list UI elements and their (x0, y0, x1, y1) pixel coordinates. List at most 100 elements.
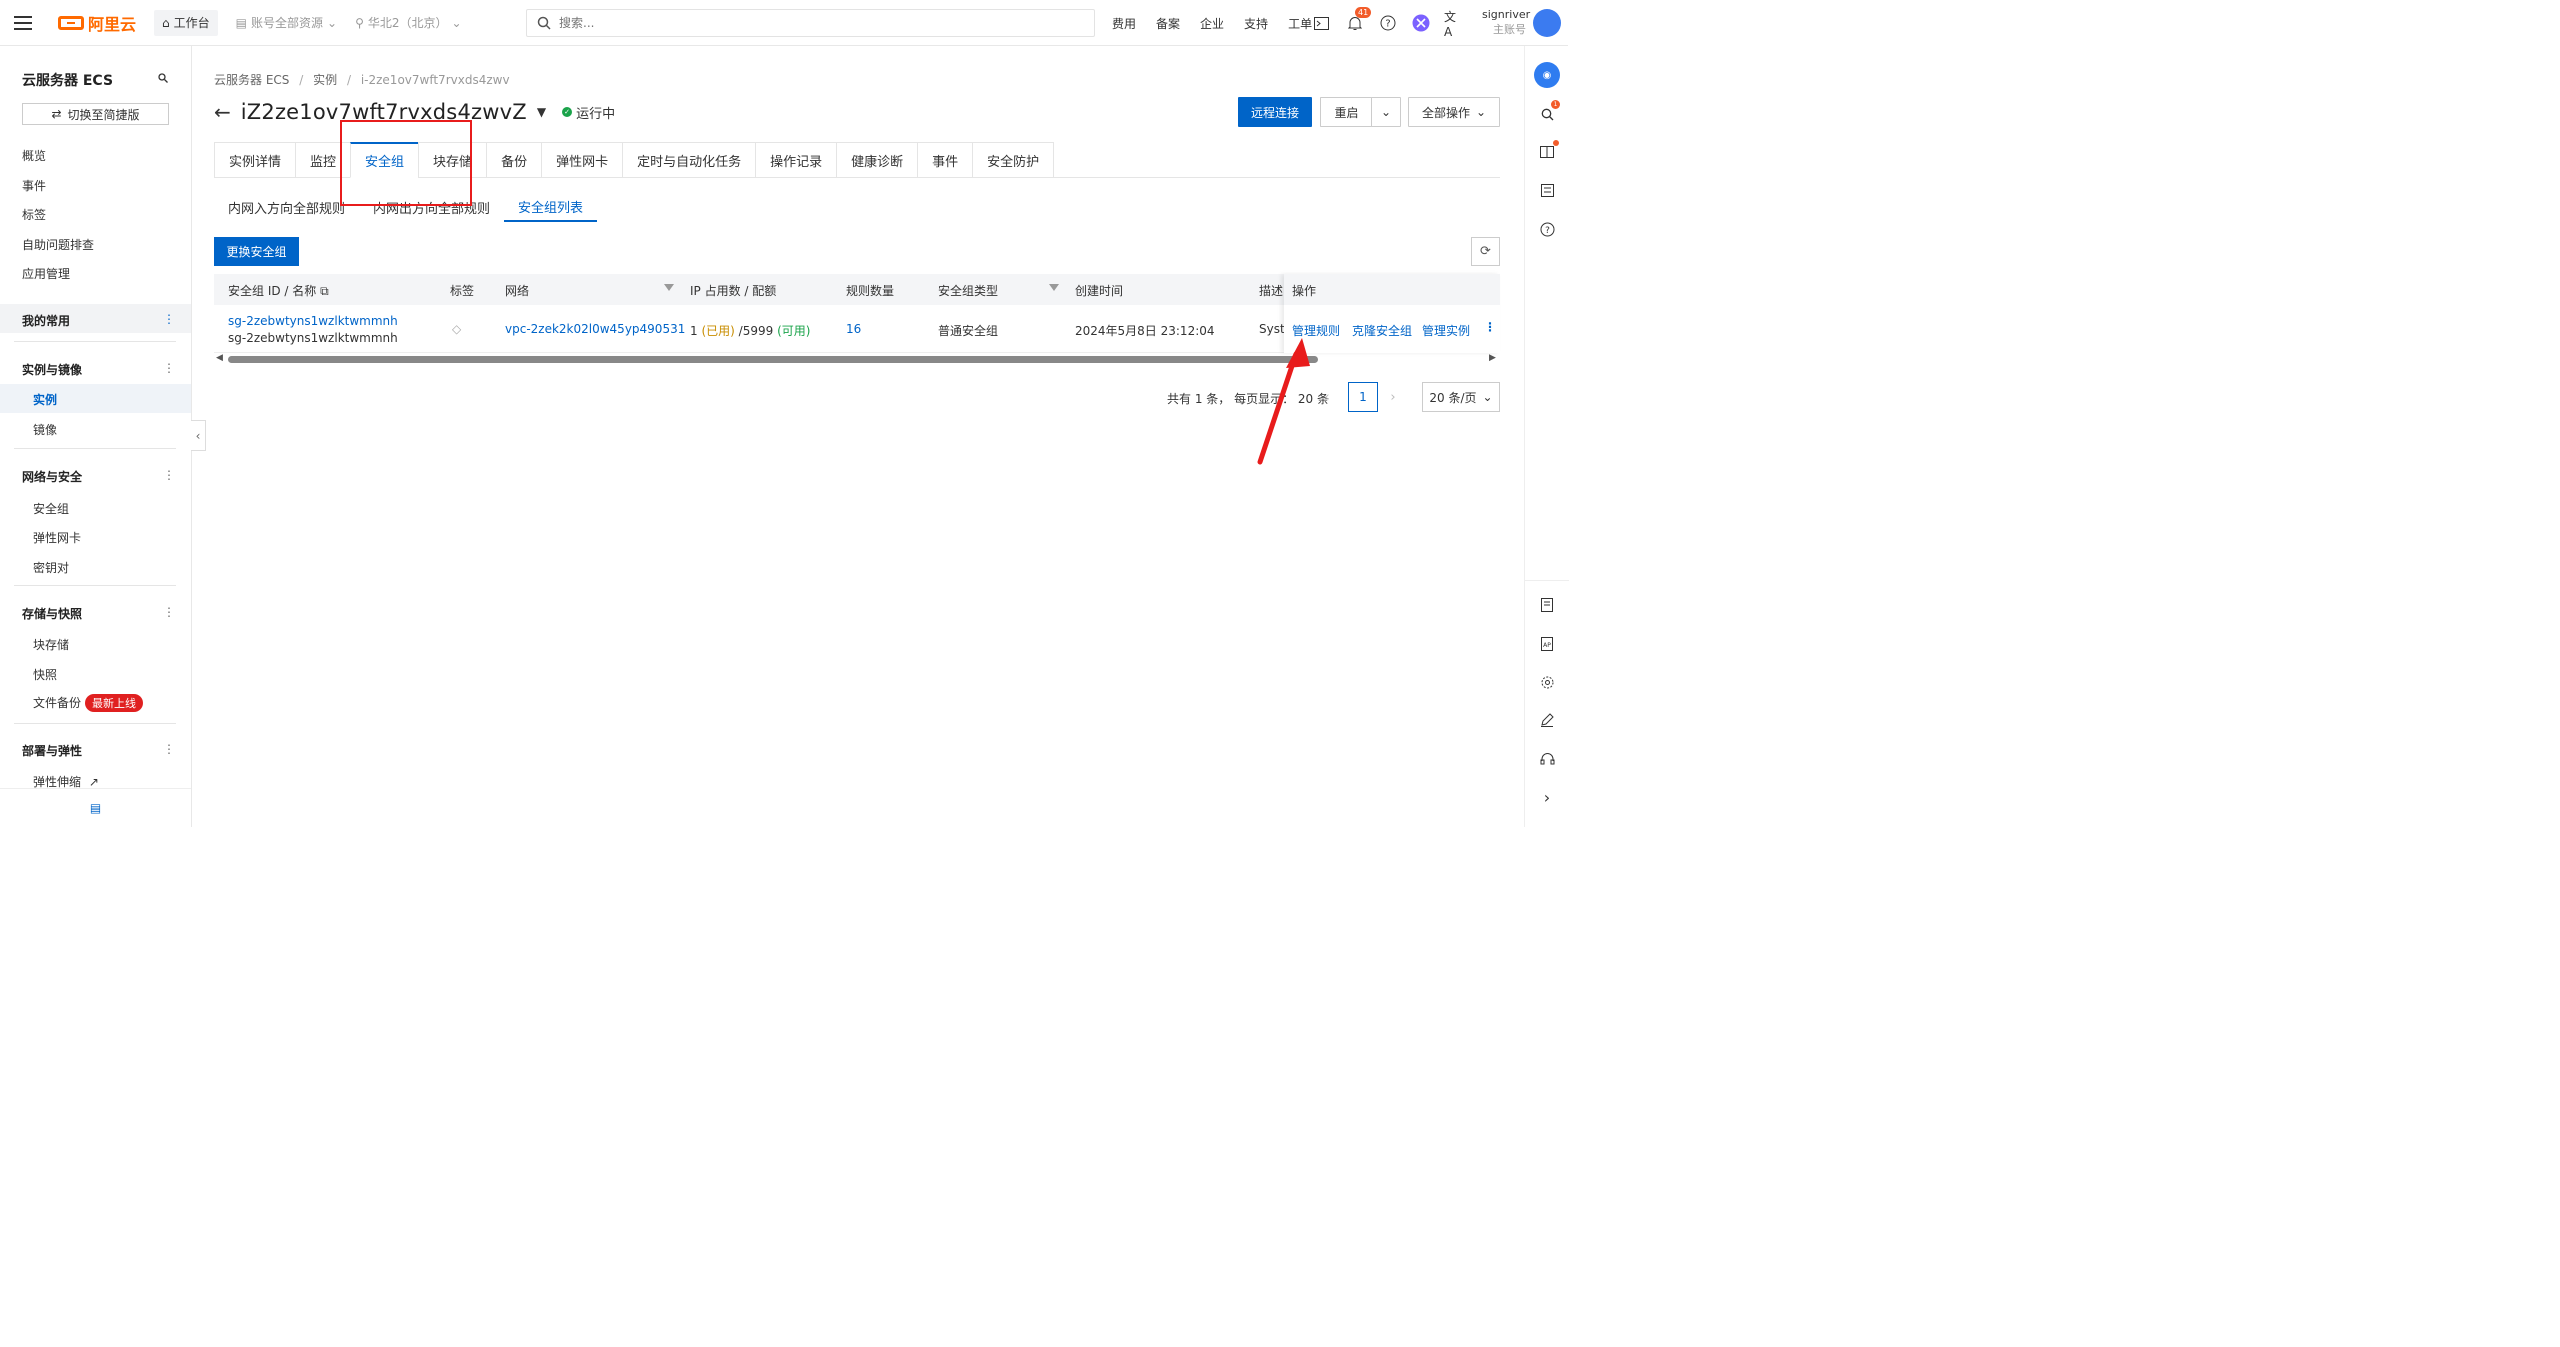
sidebar-group-deploy[interactable]: 部署与弹性 (22, 742, 82, 759)
sidebar-item-file-backup[interactable]: 文件备份 最新上线 (33, 694, 144, 712)
sidebar-item-instances[interactable]: 实例 (33, 391, 57, 408)
language-icon[interactable]: 文A (1444, 10, 1463, 39)
sidebar-item-images[interactable]: 镜像 (33, 421, 57, 438)
restart-label: 重启 (1334, 105, 1359, 120)
sidebar-item-block-storage[interactable]: 块存储 (33, 636, 69, 653)
search-input[interactable] (559, 16, 959, 30)
filter-icon[interactable] (664, 284, 674, 291)
tab-eni[interactable]: 弹性网卡 (541, 142, 623, 178)
book-icon[interactable] (1537, 140, 1559, 162)
sidebar-item-keypair[interactable]: 密钥对 (33, 559, 69, 576)
sidebar-group-storage[interactable]: 存储与快照 (22, 605, 82, 622)
search-icon[interactable]: 1 (1537, 100, 1560, 124)
nav-icp[interactable]: 备案 (1156, 15, 1180, 32)
sidebar-item-app-management[interactable]: 应用管理 (22, 265, 70, 282)
sidebar-group-instances[interactable]: 实例与镜像 (22, 361, 82, 378)
breadcrumb-instances[interactable]: 实例 (313, 73, 337, 87)
assistant-icon[interactable]: ◉ (1534, 62, 1560, 88)
vpc-link[interactable]: vpc-2zek2k02l0w45yp490531 (505, 322, 685, 336)
more-icon[interactable]: ⋮ (163, 605, 175, 619)
workbench-button[interactable]: ⌂ 工作台 (154, 9, 218, 36)
workbench-label: 工作台 (173, 16, 210, 30)
more-icon[interactable]: ⋮ (163, 312, 175, 326)
subtab-sg-list[interactable]: 安全组列表 (504, 192, 598, 222)
sidebar-item-troubleshoot[interactable]: 自助问题排查 (22, 236, 94, 253)
tab-scheduled-tasks[interactable]: 定时与自动化任务 (622, 142, 756, 178)
all-operations-button[interactable]: 全部操作 ⌄ (1408, 97, 1500, 127)
scroll-left-icon[interactable]: ◀ (216, 353, 223, 363)
sidebar-group-favorites[interactable]: 我的常用 (22, 312, 70, 329)
breadcrumb-ecs[interactable]: 云服务器 ECS (214, 73, 289, 87)
copilot-icon[interactable] (1411, 14, 1430, 33)
tab-backup[interactable]: 备份 (486, 142, 542, 178)
sidebar-item-overview[interactable]: 概览 (22, 147, 46, 164)
scroll-thumb[interactable] (228, 356, 1318, 363)
scroll-right-icon[interactable]: ▶ (1489, 353, 1496, 363)
feedback-icon[interactable]: ▤ (90, 801, 101, 815)
nav-billing[interactable]: 费用 (1112, 15, 1136, 32)
menu-icon[interactable] (0, 0, 46, 46)
switch-simple-button[interactable]: ⇄ 切换至简捷版 (22, 103, 169, 125)
document-icon[interactable] (1537, 595, 1557, 615)
global-search[interactable] (526, 9, 1095, 37)
help-icon[interactable]: ? (1378, 14, 1397, 33)
clone-sg-link[interactable]: 克隆安全组 (1352, 322, 1412, 339)
copy-icon[interactable]: ⧉ (320, 284, 329, 298)
change-security-group-button[interactable]: 更换安全组 (214, 237, 299, 266)
next-page-icon[interactable]: › (1378, 382, 1408, 412)
sidebar-item-events[interactable]: 事件 (22, 177, 46, 194)
manage-instances-link[interactable]: 管理实例 (1422, 322, 1470, 339)
caret-down-icon[interactable]: ▼ (537, 105, 546, 119)
remote-connect-button[interactable]: 远程连接 (1238, 97, 1312, 127)
edit-icon[interactable] (1537, 710, 1557, 730)
back-arrow-icon[interactable]: ← (214, 100, 231, 124)
account-scope-select[interactable]: ▤ 账号全部资源 ⌄ (236, 14, 337, 31)
nav-ticket[interactable]: 工单 (1288, 15, 1312, 32)
more-icon[interactable]: ⋮ (163, 468, 175, 482)
bell-icon[interactable]: 41 (1345, 6, 1372, 33)
chevron-down-icon: ⌄ (1482, 390, 1493, 404)
notification-badge: 41 (1355, 6, 1372, 18)
headset-icon[interactable] (1537, 749, 1557, 769)
subtab-inbound-rules[interactable]: 内网入方向全部规则 (214, 192, 359, 222)
col-network: 网络 (505, 284, 530, 298)
more-icon[interactable]: ⋮ (163, 361, 175, 375)
sidebar-item-tags[interactable]: 标签 (22, 206, 46, 223)
tag-icon[interactable]: ◇ (452, 322, 461, 336)
tab-instance-details[interactable]: 实例详情 (214, 142, 296, 178)
more-icon[interactable]: ⋮ (1484, 320, 1496, 334)
nav-enterprise[interactable]: 企业 (1200, 15, 1224, 32)
checklist-icon[interactable] (1537, 180, 1557, 200)
page-1-button[interactable]: 1 (1348, 382, 1378, 412)
page-size-select[interactable]: 20 条/页 ⌄ (1422, 382, 1500, 412)
terminal-icon[interactable] (1312, 14, 1331, 33)
more-icon[interactable]: ⋮ (163, 742, 175, 756)
sidebar-item-snapshot[interactable]: 快照 (33, 666, 57, 683)
gear-icon[interactable] (1537, 672, 1557, 692)
search-icon[interactable] (158, 72, 168, 86)
chevron-right-icon[interactable]: › (1537, 787, 1557, 807)
filter-icon[interactable] (1049, 284, 1059, 291)
highlight-box (340, 120, 472, 206)
avatar[interactable] (1533, 9, 1561, 37)
nav-support[interactable]: 支持 (1244, 15, 1268, 32)
restart-dropdown[interactable]: ⌄ (1371, 97, 1401, 127)
tab-security-protection[interactable]: 安全防护 (972, 142, 1055, 178)
aliyun-logo[interactable]: 阿里云 (58, 11, 142, 35)
sidebar-item-eni[interactable]: 弹性网卡 (33, 529, 81, 546)
sidebar-item-security-group[interactable]: 安全组 (33, 500, 69, 517)
region-select[interactable]: ⚲ 华北2（北京） ⌄ (355, 14, 462, 31)
rules-count-link[interactable]: 16 (846, 322, 861, 336)
sidebar-group-network[interactable]: 网络与安全 (22, 468, 82, 485)
refresh-icon[interactable]: ⟳ (1471, 237, 1500, 266)
tab-operation-log[interactable]: 操作记录 (755, 142, 837, 178)
collapse-sidebar-button[interactable]: ‹ (191, 420, 206, 451)
user-info[interactable]: signriver 主账号 (1482, 8, 1530, 37)
api-icon[interactable]: AP (1537, 634, 1557, 654)
prev-page-icon[interactable]: ‹ (1312, 382, 1342, 412)
help-icon[interactable]: ? (1537, 219, 1557, 239)
sg-id-link[interactable]: sg-2zebwtyns1wzlktwmmnh (228, 314, 398, 328)
restart-button[interactable]: 重启 (1320, 97, 1372, 127)
tab-events[interactable]: 事件 (917, 142, 973, 178)
tab-health-diagnosis[interactable]: 健康诊断 (836, 142, 918, 178)
